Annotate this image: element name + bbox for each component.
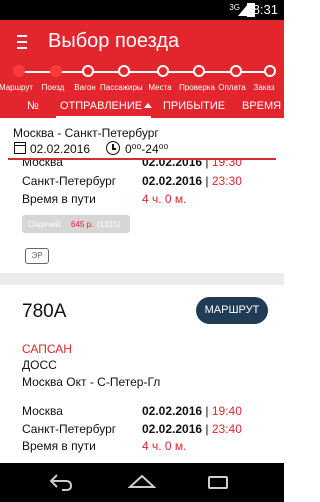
step-dot-payment [230,65,242,77]
train2-to-time: 23:40 [211,422,242,436]
train1-departure: 02.02.2016 | 19:30 [142,160,242,169]
route-button[interactable]: МАРШРУТ [196,297,268,324]
train2-from-station: Москва [22,404,63,418]
train-list[interactable]: Москва 02.02.2016 | 19:30 Санкт-Петербур… [0,160,284,463]
separator: | [205,404,209,418]
train2-to-date: 02.02.2016 [142,422,203,436]
train-class: ДОСС [22,358,57,372]
step-dot-seats [157,65,169,77]
seat-count: (1315) [97,220,121,229]
electronic-registration-badge: ЭР [25,248,49,264]
step-label-seats: Места [148,83,172,92]
train2-from-time: 19:40 [211,404,242,418]
train1-to-time: 23:30 [211,174,242,188]
train2-duration: 4 ч. 0 м. [142,439,187,453]
sort-arrow-up-icon [144,103,153,108]
time-range-value: 0⁰⁰-24⁰⁰ [125,142,169,156]
train1-from-station: Москва [22,160,63,169]
step-dot-car [82,65,94,77]
route-title: Москва - Санкт-Петербург [13,126,159,140]
step-dot-train [50,65,62,77]
train1-duration-label: Время в пути [22,192,96,206]
train1-from-time: 19:30 [211,160,242,169]
separator: | [205,174,209,188]
train1-to-station: Санкт-Петербург [22,174,117,188]
clock-icon [106,141,120,155]
card-separator [0,273,284,285]
status-time: 8:31 [252,2,278,17]
separator: | [205,160,209,169]
tab-departure-label: ОТПРАВЛЕНИЕ [60,100,143,112]
separator: | [205,422,209,436]
step-dot-check [193,65,205,77]
calendar-icon [14,142,26,154]
seat-price: 645 р. [71,220,94,229]
page-title: Выбор поезда [48,30,180,52]
train2-arrival: 02.02.2016 | 23:40 [142,422,242,436]
date-value: 02.02.2016 [30,142,91,156]
search-summary[interactable]: Москва - Санкт-Петербург 02.02.2016 0⁰⁰-… [0,118,284,160]
step-dot-passengers [118,65,130,77]
train2-to-station: Санкт-Петербург [22,422,117,436]
train1-duration: 4 ч. 0 м. [142,192,187,206]
seat-type: Сидячий [28,220,61,229]
status-bar: 3G 8:31 [0,0,284,20]
header-divider [8,158,276,160]
tab-departure[interactable]: ОТПРАВЛЕНИЕ [60,100,153,112]
train-brand: САПСАН [22,342,72,356]
train1-arrival: 02.02.2016 | 23:30 [142,174,242,188]
progress-stepper: Маршрут Поезд Вагон Пассажиры Места Пров… [0,65,284,95]
step-dot-route [13,65,25,77]
train1-from-date: 02.02.2016 [142,160,203,169]
train2-duration-label: Время в пути [22,439,96,453]
sort-tabs: № ОТПРАВЛЕНИЕ ПРИБЫТИЕ ВРЕМЯ В [0,95,284,118]
step-label-order: Заказ [253,83,275,92]
tab-number[interactable]: № [27,100,39,112]
back-icon[interactable] [48,473,74,491]
step-label-car: Вагон [74,83,96,92]
seat-class-chip[interactable]: Сидячий 645 р. (1315) [22,215,130,233]
step-label-route: Маршрут [0,83,34,92]
step-label-check: Проверка [179,83,215,92]
step-dot-order [264,65,276,77]
train-route: Москва Окт - С-Петер-Гл [22,375,161,389]
tab-arrival[interactable]: ПРИБЫТИЕ [163,100,225,112]
train1-to-date: 02.02.2016 [142,174,203,188]
tab-travel-time[interactable]: ВРЕМЯ В [242,100,284,112]
train2-departure: 02.02.2016 | 19:40 [142,404,242,418]
train-number: 780А [22,301,67,322]
system-nav-bar [0,463,284,502]
home-icon[interactable] [128,473,156,489]
recent-apps-icon[interactable] [208,476,228,489]
train2-from-date: 02.02.2016 [142,404,203,418]
step-label-passengers: Пассажиры [100,83,143,92]
menu-icon[interactable] [17,35,27,49]
